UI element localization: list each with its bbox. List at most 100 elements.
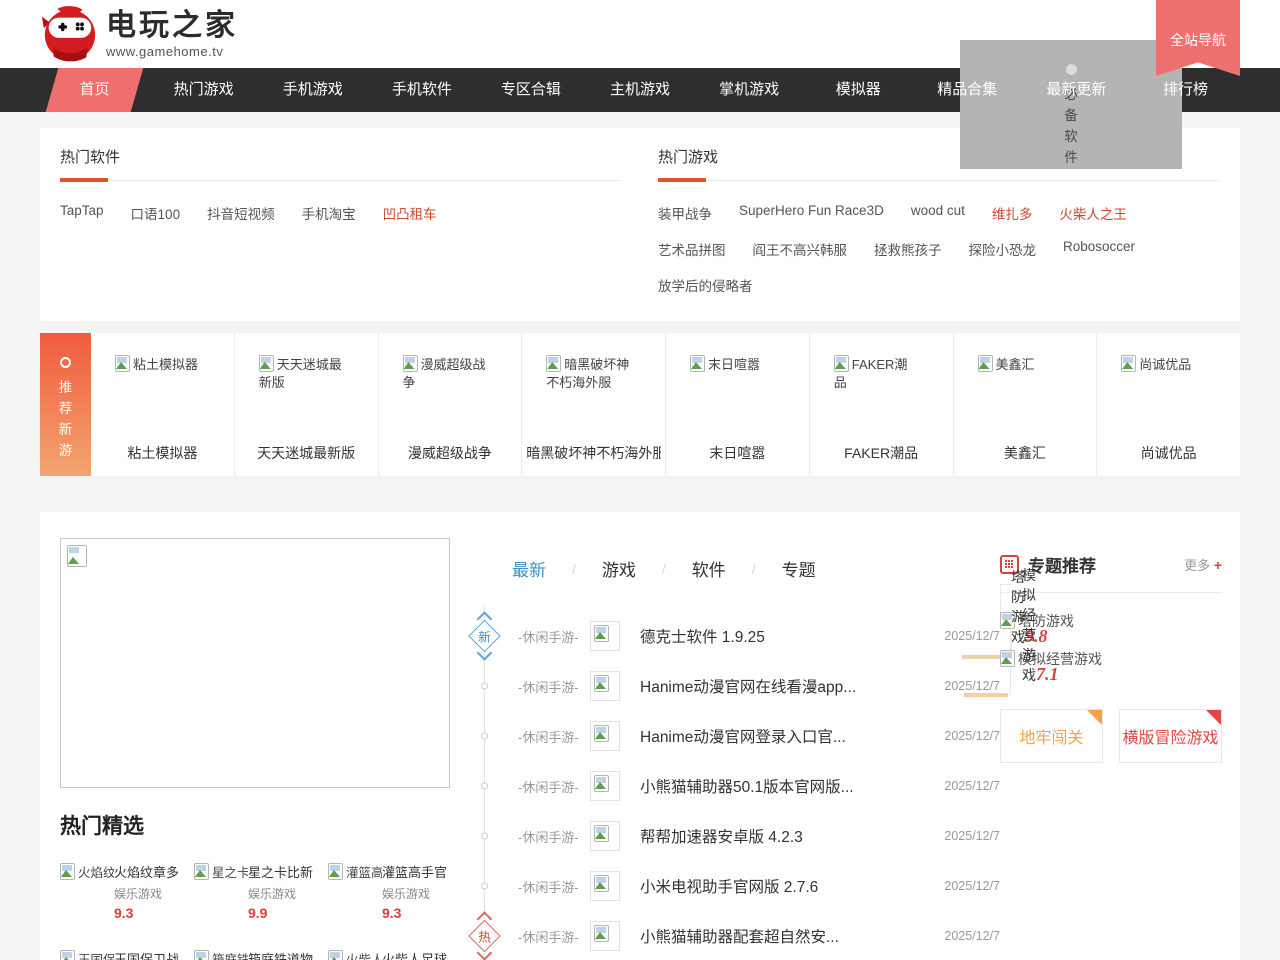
featured-item[interactable]: 火焰纹 火焰纹章多 娱乐游戏 9.3: [60, 862, 188, 921]
featured-item[interactable]: 灌篮高 灌篮高手官 娱乐游戏 9.3: [328, 862, 456, 921]
hot-software-link[interactable]: 手机淘宝: [302, 203, 356, 223]
topic-rating: 7.1: [1036, 664, 1059, 685]
recommend-card[interactable]: 美鑫汇 美鑫汇: [954, 333, 1098, 476]
tab-topics[interactable]: 专题: [782, 556, 816, 581]
tab-games[interactable]: 游戏: [602, 556, 636, 581]
nav-item-hot-games[interactable]: 热门游戏: [149, 68, 258, 112]
broken-image-icon: [690, 355, 705, 372]
update-title: 小熊猫辅助器配套超自然安...: [640, 925, 944, 947]
recommend-strip: 推荐新游 粘土模拟器 粘土模拟器 天天迷城最新版 天天迷城最新版 漫威超级战争 …: [40, 333, 1240, 476]
rating-value: 9.3: [382, 905, 456, 921]
featured-item[interactable]: 王国保 王国保卫战 娱乐游戏 9.6: [60, 949, 188, 960]
hot-software-link[interactable]: 口语100: [131, 203, 181, 223]
tab-circle-icon: [1066, 64, 1077, 75]
site-title: 电玩之家: [106, 9, 238, 43]
featured-section: 热门精选 火焰纹 火焰纹章多 娱乐游戏 9.3 星之卡 星之卡比新 娱乐游戏 9…: [60, 810, 456, 960]
update-title: 德克士软件 1.9.25: [640, 625, 944, 647]
nav-item-home[interactable]: 首页: [40, 68, 149, 112]
tab-circle-icon: [60, 357, 71, 368]
update-row[interactable]: -休闲手游- 小米电视助手官网版 2.7.6 2025/12/7: [460, 861, 1000, 911]
update-date: 2025/12/7: [944, 729, 1000, 743]
broken-image-icon: [594, 725, 609, 742]
timeline-dot-icon: [481, 783, 488, 790]
tab-software[interactable]: 软件: [692, 556, 726, 581]
broken-image-icon: [594, 875, 609, 892]
featured-item[interactable]: 星之卡 星之卡比新 娱乐游戏 9.9: [194, 862, 322, 921]
recommend-card[interactable]: 尚诚优品 尚诚优品: [1097, 333, 1240, 476]
hot-software-link[interactable]: 凹凸租车: [383, 203, 437, 223]
update-row[interactable]: -休闲手游- 小熊猫辅助器50.1版本官网版... 2025/12/7: [460, 761, 1000, 811]
broken-image-icon: [259, 355, 274, 372]
nav-item-handheld-games[interactable]: 掌机游戏: [695, 68, 804, 112]
featured-item[interactable]: 箱庭铁 箱庭铁道物 模拟游戏 9.6: [194, 949, 322, 960]
nav-item-emulators[interactable]: 模拟器: [804, 68, 913, 112]
site-logo[interactable]: 电玩之家 www.gamehome.tv: [40, 5, 238, 63]
main-content: 热门精选 火焰纹 火焰纹章多 娱乐游戏 9.3 星之卡 星之卡比新 娱乐游戏 9…: [40, 512, 1240, 960]
hot-games-link[interactable]: 火柴人之王: [1059, 203, 1127, 223]
featured-title: 热门精选: [60, 810, 456, 840]
row-thumb: [590, 771, 620, 801]
row-thumb: [590, 821, 620, 851]
update-date: 2025/12/7: [944, 679, 1000, 693]
broken-image-icon: [328, 863, 343, 880]
tab-separator: /: [636, 561, 692, 577]
update-date: 2025/12/7: [944, 829, 1000, 843]
nav-item-zone-collections[interactable]: 专区合辑: [476, 68, 585, 112]
hot-games-link[interactable]: 放学后的侵略者: [658, 275, 753, 295]
broken-image-icon: [194, 950, 209, 960]
featured-item[interactable]: 火柴人 火柴人足球 解压游戏 9.9: [328, 949, 456, 960]
tab-latest[interactable]: 最新: [512, 556, 546, 581]
recommend-card[interactable]: 天天迷城最新版 天天迷城最新版: [235, 333, 379, 476]
row-thumb: [590, 671, 620, 701]
broken-image-icon: [328, 950, 343, 960]
topics-title: 专题推荐: [1028, 552, 1096, 577]
recommend-card[interactable]: 粘土模拟器 粘土模拟器: [91, 333, 235, 476]
update-row[interactable]: -休闲手游- Hanime动漫官网在线看漫app... 2025/12/7: [460, 661, 1000, 711]
tab-separator: /: [726, 561, 782, 577]
broken-image-icon: [194, 863, 209, 880]
update-title: Hanime动漫官网在线看漫app...: [640, 675, 944, 697]
update-date: 2025/12/7: [944, 929, 1000, 943]
timeline-dot-icon: [481, 883, 488, 890]
topic-card[interactable]: 模拟经营游戏 模拟经营游戏 7.1: [1000, 622, 1222, 695]
hot-games-link[interactable]: 阎王不高兴韩服: [753, 239, 848, 259]
hot-software-column: 热门软件 TapTap 口语100 抖音短视频 手机淘宝 凹凸租车: [60, 146, 622, 295]
hot-games-link[interactable]: 艺术品拼图: [658, 239, 726, 259]
hot-games-link[interactable]: 装甲战争: [658, 203, 712, 223]
hot-games-link[interactable]: Robosoccer: [1063, 239, 1135, 259]
row-thumb: [590, 721, 620, 751]
broken-image-icon: [594, 625, 609, 642]
hot-games-link[interactable]: 拯救熊孩子: [874, 239, 942, 259]
hot-software-link[interactable]: 抖音短视频: [207, 203, 275, 223]
nav-item-mobile-games[interactable]: 手机游戏: [258, 68, 367, 112]
recommend-new-games-tab[interactable]: 推荐新游: [40, 333, 91, 476]
banner-image-placeholder[interactable]: [60, 538, 450, 788]
hot-games-link[interactable]: wood cut: [911, 203, 965, 223]
update-row[interactable]: 热 -休闲手游- 小熊猫辅助器配套超自然安... 2025/12/7: [460, 911, 1000, 960]
update-row[interactable]: -休闲手游- 帮帮加速器安卓版 4.2.3 2025/12/7: [460, 811, 1000, 861]
site-nav-ribbon-button[interactable]: 全站导航: [1156, 0, 1240, 76]
recommend-card[interactable]: 暗黑破坏神不朽海外服 暗黑破坏神不朽海外服: [522, 333, 666, 476]
essential-software-tab[interactable]: 必备软件: [960, 40, 1182, 169]
broken-image-icon: [546, 355, 561, 372]
hot-games-link[interactable]: 探险小恐龙: [969, 239, 1037, 259]
tag-platformer[interactable]: 横版冒险游戏: [1119, 709, 1222, 763]
nav-item-mobile-software[interactable]: 手机软件: [367, 68, 476, 112]
tag-dungeon[interactable]: 地牢闯关: [1000, 709, 1103, 763]
hot-software-link[interactable]: TapTap: [60, 203, 104, 223]
site-url: www.gamehome.tv: [106, 44, 238, 59]
hot-games-link[interactable]: 维扎多: [992, 203, 1033, 223]
hot-games-link[interactable]: SuperHero Fun Race3D: [739, 203, 884, 223]
recommend-card[interactable]: FAKER潮品 FAKER潮品: [810, 333, 954, 476]
broken-image-icon: [115, 355, 130, 372]
broken-image-icon: [60, 863, 75, 880]
update-row[interactable]: 新 -休闲手游- 德克士软件 1.9.25 2025/12/7: [460, 611, 1000, 661]
recommend-card[interactable]: 漫威超级战争 漫威超级战争: [379, 333, 523, 476]
nav-item-console-games[interactable]: 主机游戏: [585, 68, 694, 112]
update-row[interactable]: -休闲手游- Hanime动漫官网登录入口官... 2025/12/7: [460, 711, 1000, 761]
broken-image-icon: [978, 355, 993, 372]
update-title: 小熊猫辅助器50.1版本官网版...: [640, 775, 944, 797]
more-link[interactable]: 更多 +: [1184, 555, 1222, 574]
recommend-card[interactable]: 末日喧嚣 末日喧嚣: [666, 333, 810, 476]
rating-underline: [964, 693, 1008, 697]
